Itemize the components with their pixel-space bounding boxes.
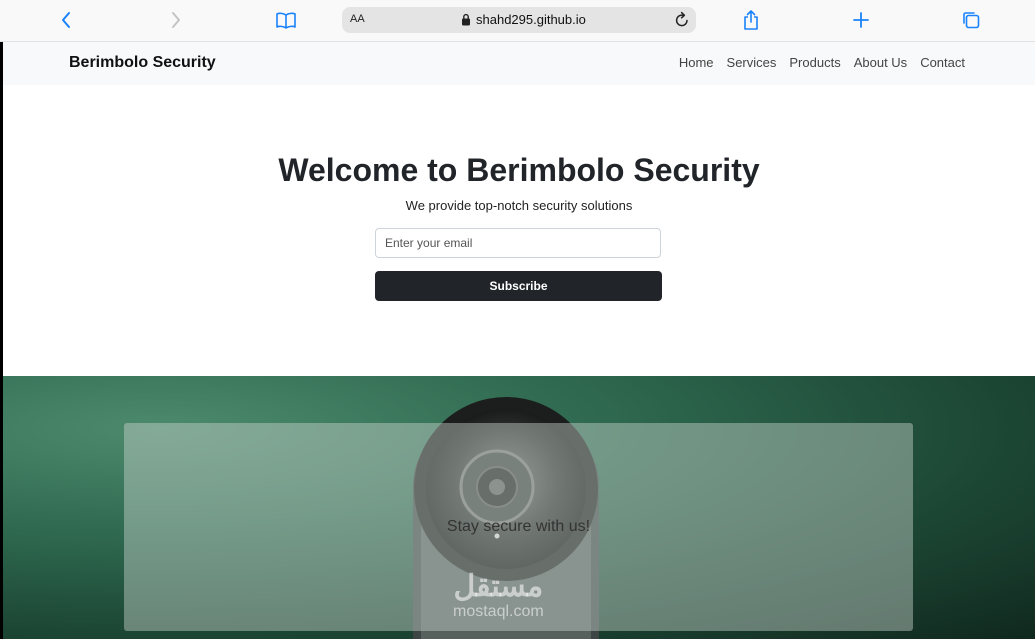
lock-icon — [461, 13, 471, 31]
security-banner: Stay secure with us! مستقل mostaql.com — [3, 376, 1035, 639]
back-icon[interactable] — [53, 8, 79, 32]
address-bar[interactable]: AA shahd295.github.io — [342, 7, 696, 33]
site-navbar: Berimbolo Security Home Services Product… — [3, 42, 1035, 85]
web-page: Berimbolo Security Home Services Product… — [3, 42, 1035, 639]
tabs-icon[interactable] — [958, 8, 984, 32]
watermark: مستقل mostaql.com — [453, 572, 544, 622]
brand-logo[interactable]: Berimbolo Security — [69, 54, 216, 72]
nav-links: Home Services Products About Us Contact — [679, 55, 965, 70]
new-tab-icon[interactable] — [848, 8, 874, 32]
nav-link-services[interactable]: Services — [727, 55, 777, 70]
nav-link-about-us[interactable]: About Us — [854, 55, 907, 70]
email-input[interactable] — [375, 228, 661, 258]
hero-title: Welcome to Berimbolo Security — [278, 152, 760, 188]
reload-icon[interactable] — [674, 11, 690, 33]
banner-tagline: Stay secure with us! — [446, 518, 591, 535]
watermark-arabic: مستقل — [453, 570, 544, 603]
nav-link-products[interactable]: Products — [789, 55, 840, 70]
watermark-latin: mostaql.com — [453, 603, 544, 620]
browser-toolbar: AA shahd295.github.io — [0, 0, 1035, 42]
bookmarks-icon[interactable] — [273, 8, 299, 32]
forward-icon[interactable] — [163, 8, 189, 32]
nav-link-home[interactable]: Home — [679, 55, 714, 70]
url-text: shahd295.github.io — [476, 12, 586, 27]
subscribe-button[interactable]: Subscribe — [375, 271, 662, 301]
reader-button[interactable]: AA — [350, 13, 365, 25]
nav-link-contact[interactable]: Contact — [920, 55, 965, 70]
hero-subtitle: We provide top-notch security solutions — [405, 198, 633, 213]
share-icon[interactable] — [738, 8, 764, 32]
hero-section: Welcome to Berimbolo Security We provide… — [3, 85, 1035, 376]
